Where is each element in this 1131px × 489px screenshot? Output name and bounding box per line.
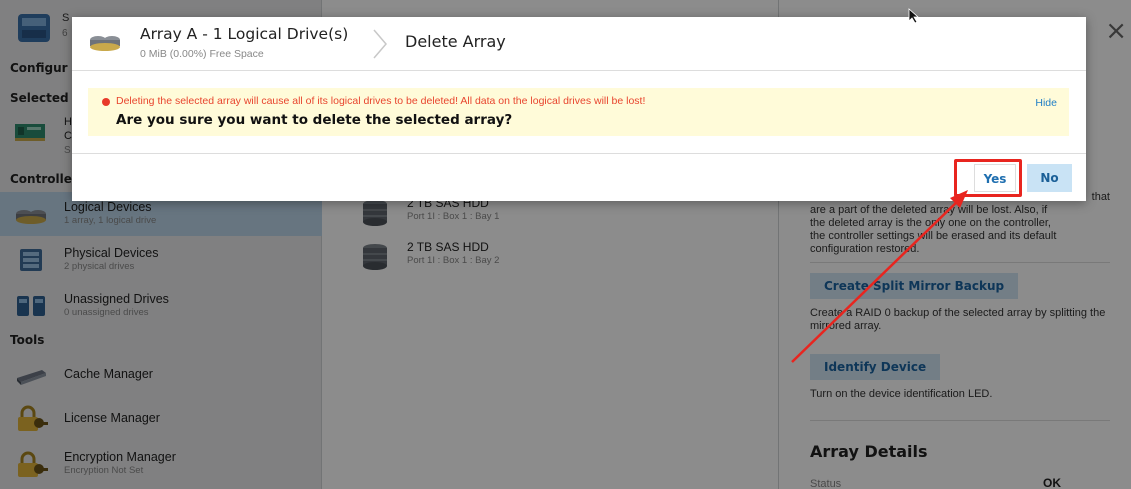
arrow-line bbox=[791, 196, 963, 363]
mouse-cursor-icon bbox=[908, 8, 920, 24]
annotation-arrow bbox=[791, 190, 968, 363]
